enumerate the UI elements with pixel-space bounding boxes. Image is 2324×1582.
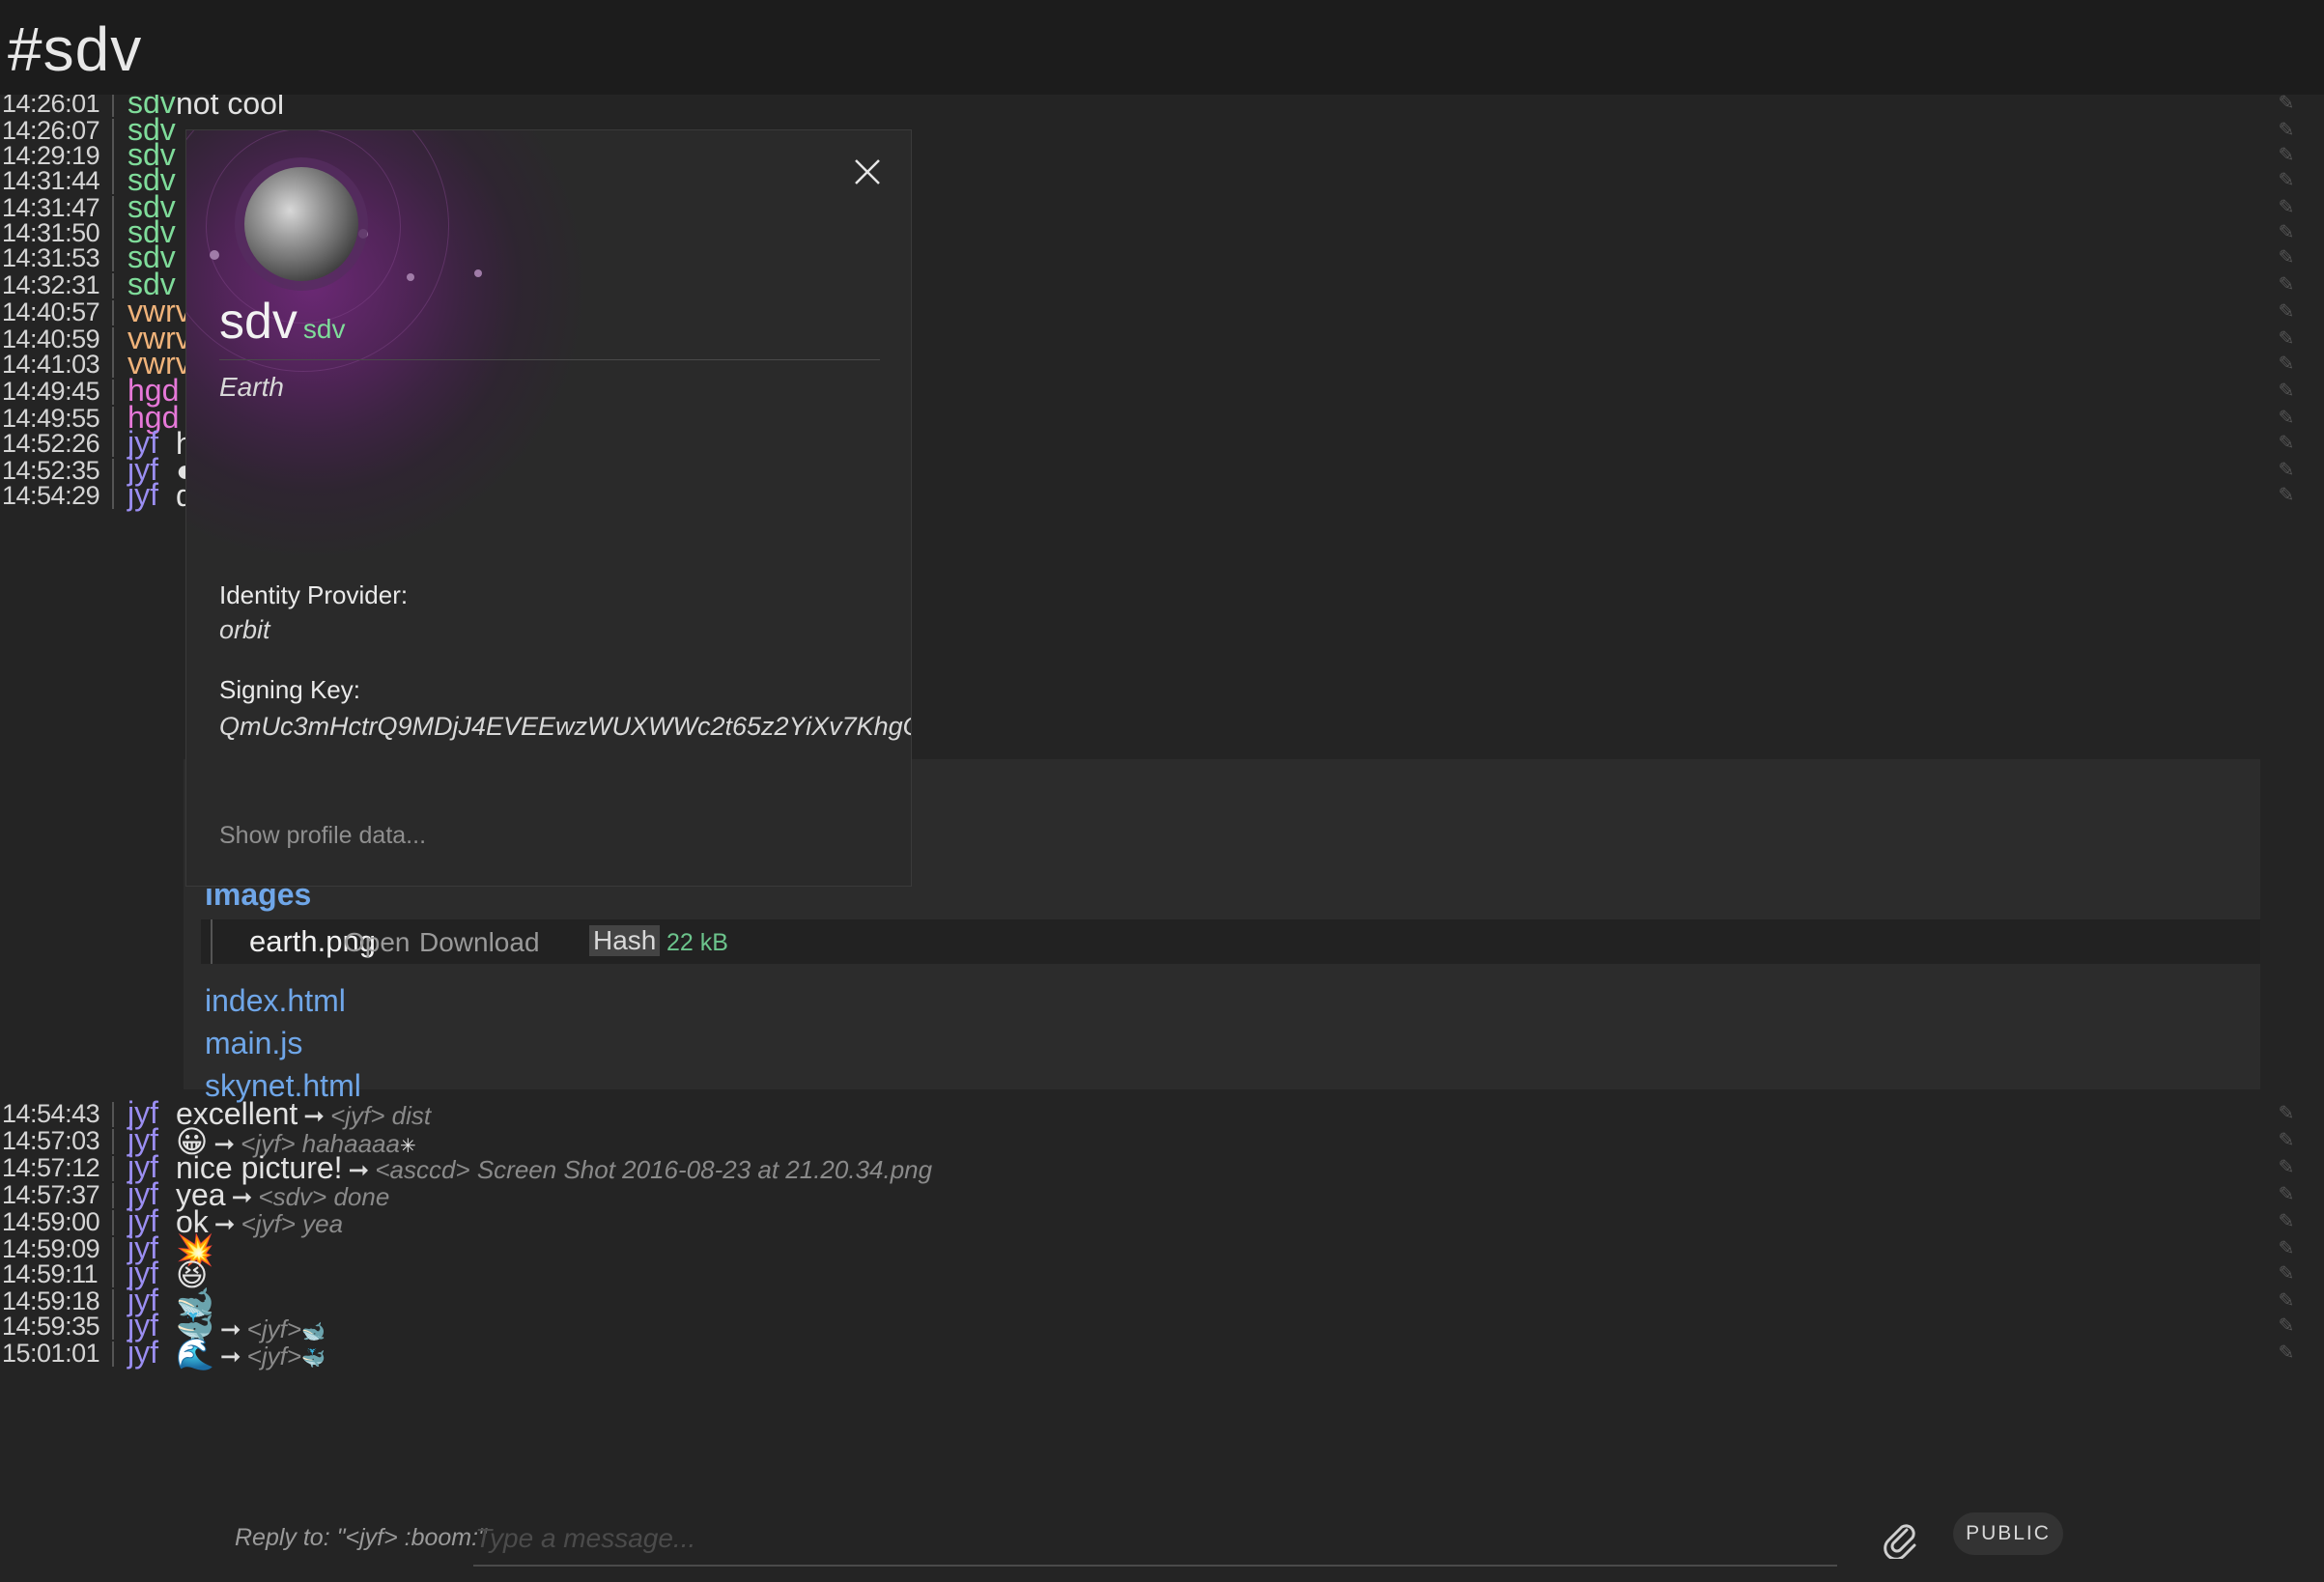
message-input[interactable] xyxy=(473,1512,1837,1567)
message-body: 🌊 xyxy=(176,1337,214,1371)
download-link[interactable]: Download xyxy=(419,927,540,958)
reply-emoji: 🐳 xyxy=(301,1348,326,1370)
avatar xyxy=(244,167,358,281)
file-link[interactable]: main.js xyxy=(205,1026,302,1061)
file-link[interactable]: index.html xyxy=(205,983,346,1019)
visibility-toggle[interactable]: PUBLIC xyxy=(1953,1512,2063,1555)
reply-to-label: Reply to: "<jyf> :boom:" xyxy=(235,1524,487,1551)
channel-header: #sdv xyxy=(0,0,2324,95)
timestamp: 15:01:01 xyxy=(2,1339,100,1368)
profile-name: sdv sdv xyxy=(219,293,346,351)
identity-provider-value: orbit xyxy=(219,615,270,644)
timestamp: 14:54:29 xyxy=(2,481,100,510)
orbit-dot xyxy=(407,273,414,281)
hash-button[interactable]: Hash xyxy=(589,925,661,956)
pencil-icon[interactable]: ✎ xyxy=(2276,485,2297,506)
orbit-dot xyxy=(210,250,219,260)
pencil-icon[interactable]: ✎ xyxy=(2276,1342,2297,1364)
orbit-dot xyxy=(474,269,482,277)
message-text: 🌊 ➞ <jyf>🐳 xyxy=(176,1336,326,1372)
profile-card: sdv sdv Earth Identity Provider: orbit Si… xyxy=(185,129,912,887)
identity-provider-label: Identity Provider: xyxy=(219,580,409,609)
reply-quote[interactable]: <jyf> xyxy=(247,1342,301,1370)
close-icon[interactable] xyxy=(851,155,884,188)
username[interactable]: jyf xyxy=(128,1335,158,1370)
profile-name-text: sdv xyxy=(219,294,298,350)
profile-divider xyxy=(219,359,880,360)
orbit-dot xyxy=(358,229,368,239)
signing-key-value: QmUc3mHctrQ9MDjJ4EVEEwzWUXWWc2t65z2YiXv7… xyxy=(219,712,912,741)
profile-location: Earth xyxy=(219,372,284,402)
file-indent-bar xyxy=(211,919,213,964)
composer: Reply to: "<jyf> :boom:" PUBLIC xyxy=(0,1495,2324,1582)
timestamp-separator xyxy=(112,484,114,509)
profile-handle: sdv xyxy=(302,314,346,344)
channel-title: #sdv xyxy=(8,14,143,84)
reply-arrow-icon: ➞ xyxy=(219,1342,241,1370)
file-row: earth.png Open Download Hash 22 kB xyxy=(201,919,2260,964)
paperclip-icon[interactable] xyxy=(1878,1516,1920,1561)
timestamp-separator xyxy=(112,1342,114,1367)
signing-key-label: Signing Key: xyxy=(219,675,360,704)
open-link[interactable]: Open xyxy=(344,927,411,958)
show-profile-data-link[interactable]: Show profile data... xyxy=(219,822,426,850)
username[interactable]: jyf xyxy=(128,477,158,513)
file-size: 22 kB xyxy=(666,929,728,956)
message-row: 15:01:01 jyf 🌊 ➞ <jyf>🐳 ✎ xyxy=(0,1333,2324,1371)
